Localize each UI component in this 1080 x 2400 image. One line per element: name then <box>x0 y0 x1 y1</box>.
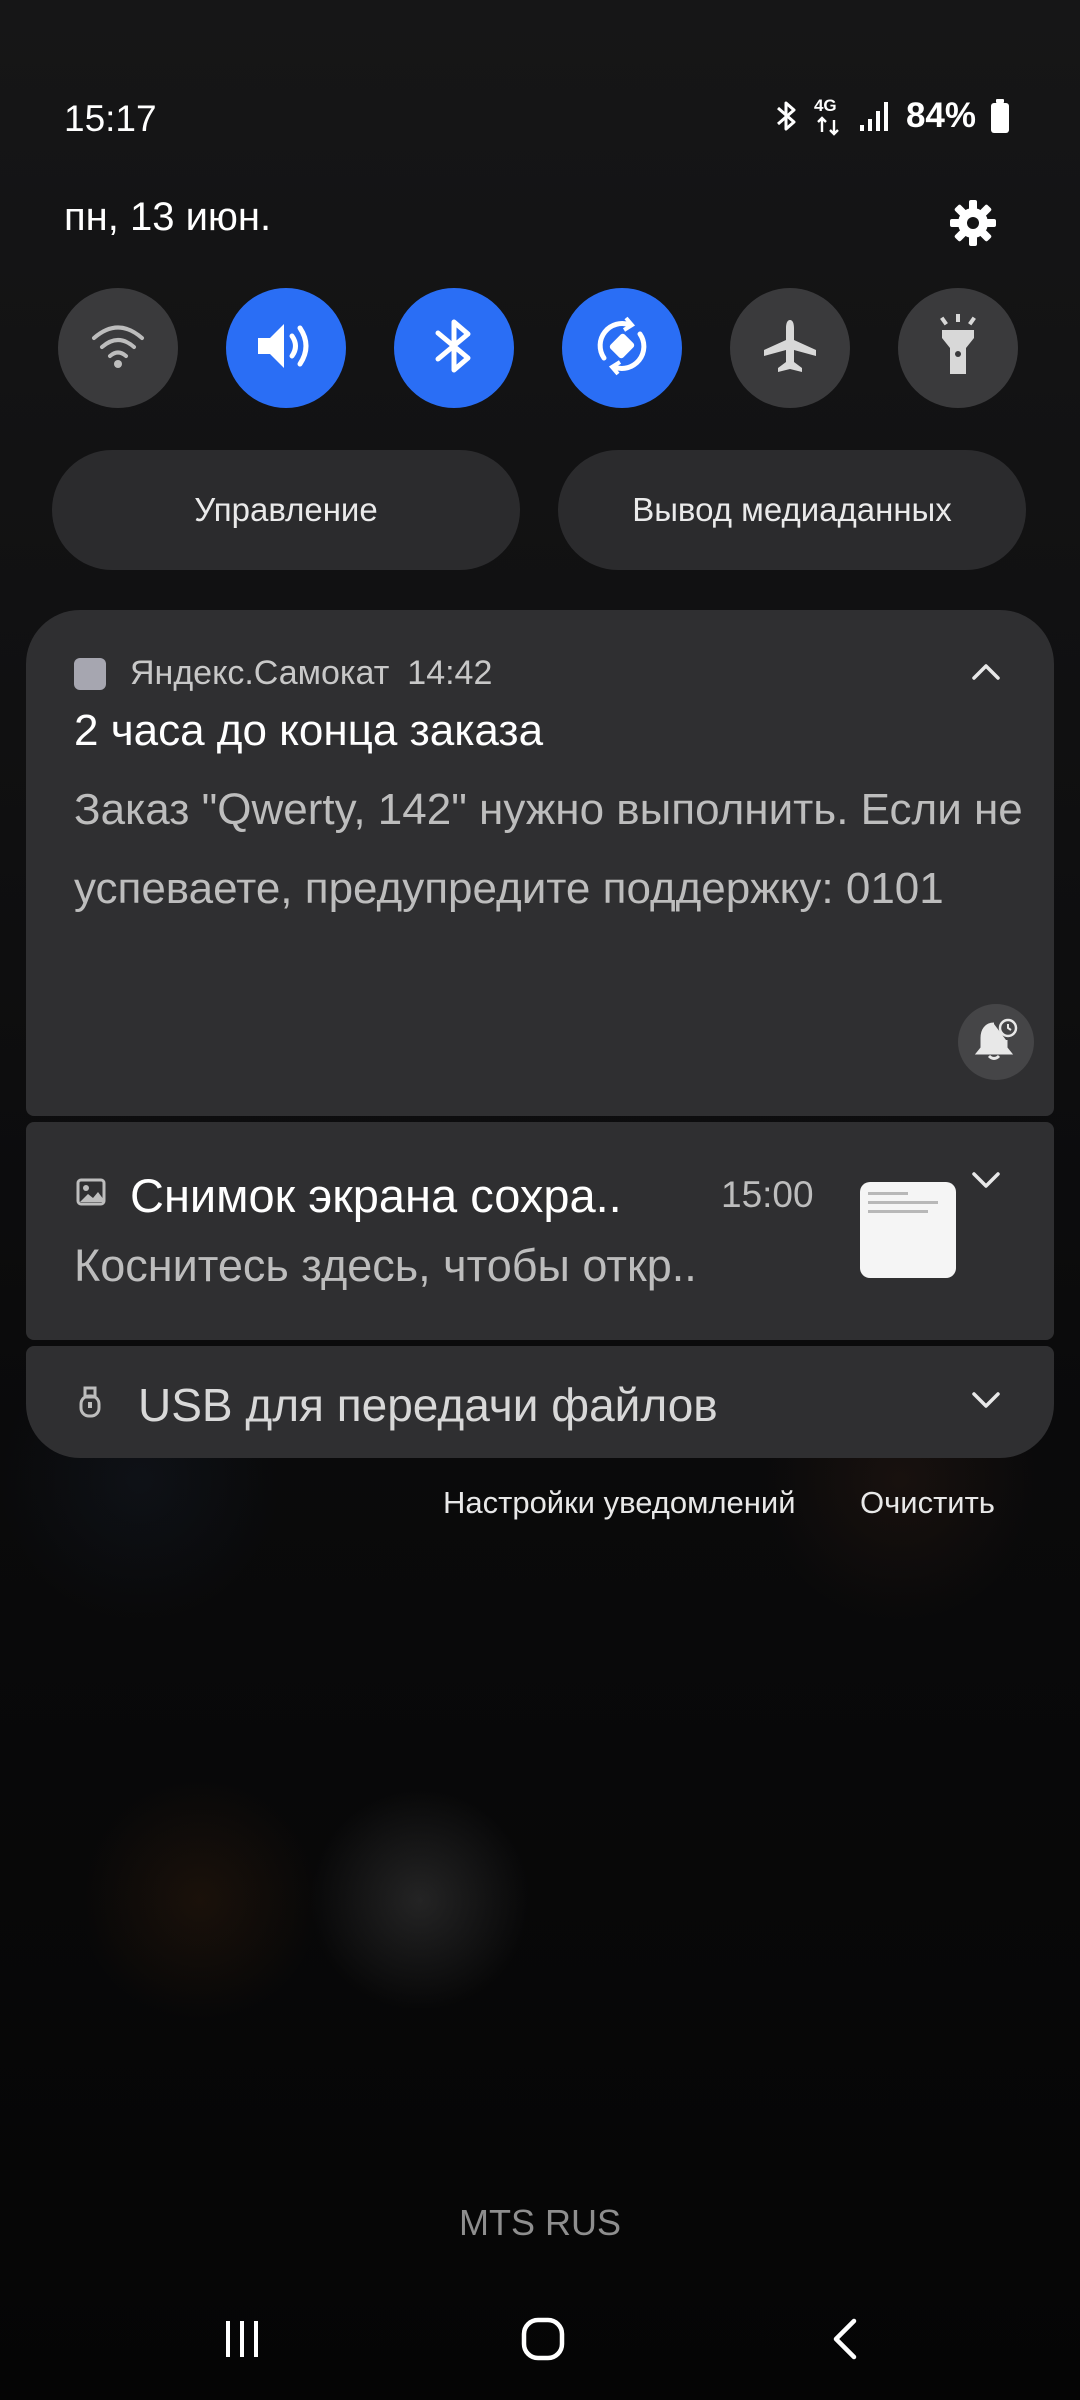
notification-body: Заказ "Qwerty, 142" нужно выполнить. Есл… <box>74 785 1023 913</box>
chevron-down-icon <box>971 1390 1001 1415</box>
app-name: Яндекс.Самокат <box>130 654 390 692</box>
device-control-button[interactable]: Управление <box>52 450 520 570</box>
media-output-button[interactable]: Вывод медиаданных <box>558 450 1026 570</box>
status-time: 15:17 <box>64 98 157 139</box>
snooze-button[interactable] <box>958 1004 1034 1080</box>
date-label: пн, 13 июн. <box>64 195 272 239</box>
flashlight-icon <box>938 313 978 383</box>
wifi-tile[interactable] <box>58 288 178 408</box>
airplane-icon <box>760 316 820 381</box>
back-button[interactable] <box>805 2306 885 2376</box>
sound-tile[interactable] <box>226 288 346 408</box>
bell-snooze-icon <box>974 1018 1018 1067</box>
notification-screenshot[interactable]: Снимок экрана сохра.. 15:00 Коснитесь зд… <box>26 1122 1054 1340</box>
rotate-icon <box>590 314 654 383</box>
network-type-icon: 4G <box>814 96 844 136</box>
auto-rotate-tile[interactable] <box>562 288 682 408</box>
notification-time: 14:42 <box>407 654 493 692</box>
clear-all-button[interactable]: Очистить <box>860 1485 995 1521</box>
home-icon <box>520 2316 566 2367</box>
notification-title: 2 часа до конца заказа <box>74 706 544 755</box>
bluetooth-status-icon <box>774 98 800 134</box>
notification-settings-link[interactable]: Настройки уведомлений <box>443 1485 796 1521</box>
notification-header: Яндекс.Самокат 14:42 <box>74 654 492 693</box>
bluetooth-tile[interactable] <box>394 288 514 408</box>
notification-list: Яндекс.Самокат 14:42 2 часа до конца зак… <box>26 610 1054 1464</box>
notification-time: 15:00 <box>721 1174 814 1215</box>
battery-level: 84% <box>905 96 976 135</box>
battery-icon <box>990 98 1010 134</box>
chevron-up-icon <box>971 662 1001 687</box>
signal-strength-icon <box>858 99 892 133</box>
back-icon <box>830 2317 860 2366</box>
quick-settings-tiles <box>58 288 1022 408</box>
bluetooth-icon <box>432 316 476 381</box>
notification-usb[interactable]: USB для передачи файлов <box>26 1346 1054 1458</box>
home-button[interactable] <box>503 2306 583 2376</box>
status-bar: 15:17 4G 84% <box>0 88 1080 152</box>
notification-body: Коснитесь здесь, чтобы откр.. <box>74 1240 697 1291</box>
image-icon <box>76 1178 106 1211</box>
flashlight-tile[interactable] <box>898 288 1018 408</box>
expand-button[interactable] <box>966 1162 1006 1202</box>
volume-icon <box>254 318 318 379</box>
navigation-bar <box>0 2290 1080 2390</box>
collapse-button[interactable] <box>966 654 1006 694</box>
recents-icon <box>222 2319 262 2364</box>
notification-yandex[interactable]: Яндекс.Самокат 14:42 2 часа до конца зак… <box>26 610 1054 1116</box>
recents-button[interactable] <box>202 2306 282 2376</box>
gear-icon <box>948 198 998 253</box>
expand-button[interactable] <box>966 1382 1006 1422</box>
network-type-label: 4G <box>813 96 837 115</box>
status-icons: 4G 84% <box>774 96 1010 136</box>
notification-shade: 15:17 4G 84% пн, 13 июн. Управление Выво… <box>0 0 1080 2400</box>
chevron-down-icon <box>971 1170 1001 1195</box>
notification-title: Снимок экрана сохра.. <box>130 1169 622 1222</box>
settings-button[interactable] <box>938 190 1008 260</box>
app-icon <box>74 657 106 690</box>
screenshot-thumbnail[interactable] <box>860 1182 956 1278</box>
airplane-mode-tile[interactable] <box>730 288 850 408</box>
carrier-label: MTS RUS <box>459 2202 621 2243</box>
usb-icon <box>78 1386 102 1423</box>
notification-title: USB для передачи файлов <box>138 1379 718 1431</box>
wifi-icon <box>90 321 146 376</box>
